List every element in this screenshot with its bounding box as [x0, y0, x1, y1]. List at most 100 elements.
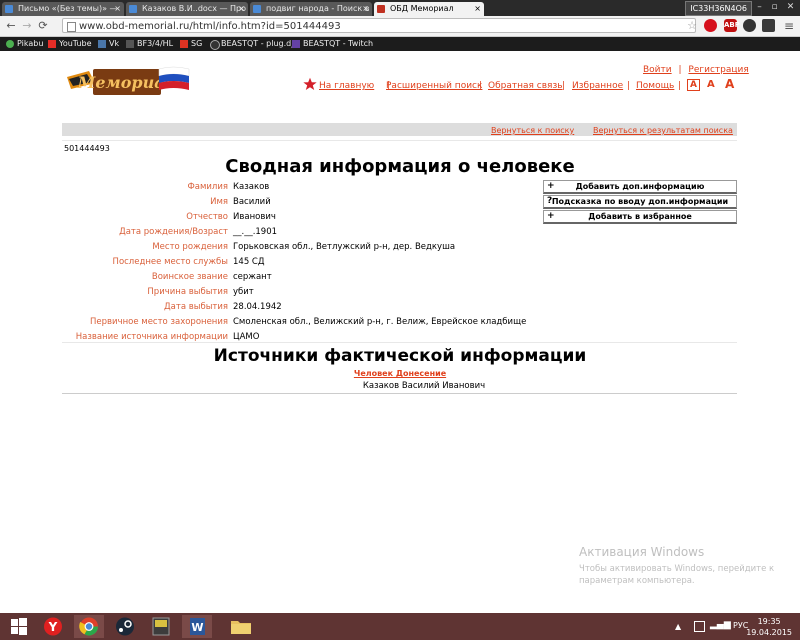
file-explorer-icon[interactable]	[226, 615, 256, 638]
browser-tab-bar: Письмо «(Без темы)» — × Казаков В.И..doc…	[0, 0, 800, 16]
activation-watermark-text: Чтобы активировать Windows, перейдите к …	[579, 564, 775, 586]
pikabu-icon	[6, 40, 14, 48]
field-label: Воинское звание	[151, 272, 228, 282]
windows-taskbar: Y W ▲ ▂▄▆ РУС 19:35 19.04.2015	[0, 613, 800, 640]
minimize-icon[interactable]: –	[752, 0, 767, 14]
sources-title: Источники фактической информации	[213, 346, 587, 366]
tray-expand-icon[interactable]: ▲	[675, 622, 681, 631]
twitch-icon	[292, 40, 300, 48]
bookmark-vk[interactable]: Vk	[98, 37, 119, 51]
page-icon	[67, 22, 76, 32]
address-bar[interactable]: www.obd-memorial.ru/html/info.htm?id=501…	[62, 18, 696, 33]
bookmark-pikabu[interactable]: Pikabu	[6, 37, 43, 51]
youtube-icon	[48, 40, 56, 48]
button-label: Добавить в избранное	[588, 212, 692, 221]
field-value: Казаков	[233, 182, 270, 192]
bookmark-sg[interactable]: SG	[180, 37, 202, 51]
close-icon[interactable]: ×	[238, 2, 245, 16]
tab-memorial[interactable]: ОБД Мемориал ×	[374, 2, 484, 16]
bookmark-plugdj[interactable]: BEASTQT - plug.dj	[210, 37, 293, 51]
page-title: Сводная информация о человеке	[225, 156, 575, 177]
font-size-medium[interactable]: A	[707, 79, 715, 90]
register-link[interactable]: Регистрация	[688, 65, 748, 75]
tab-title: подвиг народа - Поиск в	[266, 4, 370, 13]
yandex-browser-icon[interactable]: Y	[38, 615, 68, 638]
bookmark-bf[interactable]: BF3/4/HL	[126, 37, 173, 51]
nav-feedback[interactable]: Обратная связь	[488, 81, 563, 91]
memorial-favicon-icon	[377, 5, 385, 13]
login-link[interactable]: Войти	[643, 65, 672, 75]
bookmark-youtube[interactable]: YouTube	[48, 37, 92, 51]
tab-title: Письмо «(Без темы)» —	[18, 4, 118, 13]
tab-mail[interactable]: Письмо «(Без темы)» — ×	[2, 2, 124, 16]
tab-docx[interactable]: Казаков В.И..docx — Про ×	[126, 2, 248, 16]
font-size-small[interactable]: A	[687, 79, 700, 91]
divider	[62, 140, 737, 141]
windows-start-icon[interactable]	[4, 615, 34, 638]
field-value: Смоленская обл., Велижский р-н, г. Велиж…	[233, 317, 527, 327]
field-value: убит	[233, 287, 254, 297]
tab-title: ОБД Мемориал	[390, 4, 454, 13]
tab-search[interactable]: подвиг народа - Поиск в ×	[250, 2, 372, 16]
bookmark-star-icon[interactable]: ☆	[685, 18, 699, 34]
extension-red-icon[interactable]	[704, 19, 717, 32]
bookmark-label: SG	[191, 39, 203, 48]
network-icon[interactable]: ▂▄▆	[710, 620, 731, 630]
plus-icon: +	[547, 181, 555, 191]
nav-home[interactable]: На главную	[319, 81, 374, 91]
document-icon	[129, 5, 137, 13]
field-label: Причина выбытия	[147, 287, 228, 297]
system-clock[interactable]: 19:35 19.04.2015	[746, 616, 792, 638]
field-label: Дата рождения/Возраст	[119, 227, 228, 237]
word-icon[interactable]: W	[182, 615, 212, 638]
back-arrow-icon[interactable]: ←	[4, 18, 18, 34]
tab-title: Казаков В.И..docx — Про	[142, 4, 247, 13]
steam-icon[interactable]	[110, 615, 140, 638]
add-info-button[interactable]: + Добавить доп.информацию	[543, 180, 737, 194]
close-icon[interactable]: ×	[114, 2, 121, 16]
field-value: 28.04.1942	[233, 302, 282, 312]
separator: |	[678, 65, 682, 75]
search-icon	[253, 5, 261, 13]
restore-icon[interactable]: ▫	[767, 0, 782, 14]
tray-app-icon[interactable]	[694, 621, 705, 632]
button-label: Добавить доп.информацию	[575, 182, 705, 191]
game-app-icon[interactable]	[146, 615, 176, 638]
field-label: Дата выбытия	[164, 302, 228, 312]
adblock-plus-icon[interactable]: ABP	[724, 19, 740, 32]
close-icon[interactable]: ×	[474, 2, 481, 16]
browser-toolbar: ← → ⟳ www.obd-memorial.ru/html/info.htm?…	[0, 16, 800, 37]
nav-favorites[interactable]: Избранное	[572, 81, 623, 91]
svg-text:Y: Y	[48, 620, 58, 634]
info-hint-button[interactable]: ? Подсказка по вводу доп.информации	[543, 195, 737, 209]
reload-icon[interactable]: ⟳	[36, 18, 50, 34]
bookmarks-bar: Pikabu YouTube Vk BF3/4/HL SG BEASTQT - …	[0, 37, 800, 51]
font-size-large[interactable]: A	[725, 77, 734, 91]
plus-icon: +	[547, 211, 555, 221]
bookmark-label: BEASTQT - plug.dj	[221, 39, 294, 48]
source-link-row: Человек Донесение	[0, 369, 800, 378]
nav-advanced-search[interactable]: Расширенный поиск	[386, 81, 482, 91]
back-to-results-link[interactable]: Вернуться к результатам поиска	[593, 126, 733, 135]
menu-icon[interactable]: ≡	[782, 18, 796, 34]
back-to-search-link[interactable]: Вернуться к поиску	[491, 126, 574, 135]
field-label: Последнее место службы	[112, 257, 228, 267]
bookmark-label: YouTube	[59, 39, 92, 48]
field-label: Имя	[210, 197, 228, 207]
bookmark-twitch[interactable]: BEASTQT - Twitch	[292, 37, 373, 51]
memorial-logo[interactable]: Мемориал	[65, 63, 191, 97]
forward-arrow-icon[interactable]: →	[20, 18, 34, 34]
source-document-link[interactable]: Человек Донесение	[354, 369, 446, 378]
source-person-name: Казаков Василий Иванович	[362, 381, 486, 391]
profile-button[interactable]: IC33H36N4O6	[685, 1, 752, 16]
record-id: 501444493	[64, 144, 110, 153]
bf-icon	[126, 40, 134, 48]
auth-links: Войти | Регистрация	[643, 65, 749, 75]
twitch-icon[interactable]	[762, 19, 775, 32]
chrome-icon[interactable]	[74, 615, 104, 638]
shield-icon[interactable]	[743, 19, 756, 32]
close-window-icon[interactable]: ✕	[783, 0, 798, 14]
nav-help[interactable]: Помощь	[636, 81, 674, 91]
close-icon[interactable]: ×	[362, 2, 369, 16]
add-to-favorites-button[interactable]: + Добавить в избранное	[543, 210, 737, 224]
